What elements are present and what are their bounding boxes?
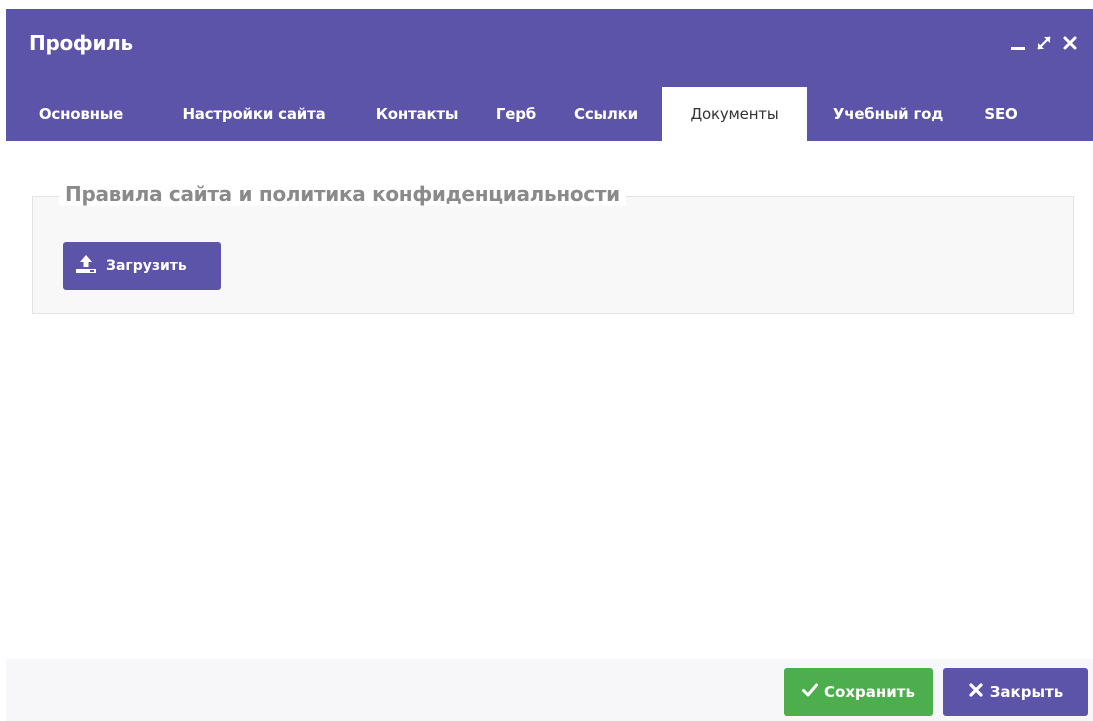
tab-seo[interactable]: SEO (969, 87, 1033, 141)
save-button[interactable]: Сохранить (784, 668, 933, 716)
tab-school-year[interactable]: Учебный год (807, 87, 969, 141)
dialog-footer: Сохранить Закрыть (6, 659, 1093, 721)
close-label: Закрыть (989, 683, 1064, 701)
fieldset-legend: Правила сайта и политика конфиденциально… (59, 182, 626, 206)
dialog-title: Профиль (29, 31, 133, 55)
save-label: Сохранить (824, 683, 915, 701)
window-controls (1007, 29, 1081, 57)
close-button[interactable]: Закрыть (943, 668, 1088, 716)
upload-label: Загрузить (106, 258, 187, 274)
profile-dialog: Профиль Основные Настройки сайта Контакт (0, 0, 1093, 721)
tab-coat-of-arms[interactable]: Герб (482, 87, 550, 141)
maximize-icon[interactable] (1033, 31, 1055, 55)
tab-site-settings[interactable]: Настройки сайта (156, 87, 352, 141)
tab-bar: Основные Настройки сайта Контакты Герб С… (6, 78, 1093, 141)
tab-documents[interactable]: Документы (662, 87, 807, 141)
tab-content-documents: Правила сайта и политика конфиденциально… (6, 141, 1093, 659)
close-icon (968, 682, 984, 702)
upload-button[interactable]: Загрузить (63, 242, 221, 290)
tab-links[interactable]: Ссылки (550, 87, 662, 141)
minimize-icon[interactable] (1007, 31, 1029, 55)
upload-icon (75, 254, 97, 278)
tab-main[interactable]: Основные (6, 87, 156, 141)
documents-fieldset: Правила сайта и политика конфиденциально… (32, 182, 1074, 314)
check-icon (802, 683, 819, 701)
tab-contacts[interactable]: Контакты (352, 87, 482, 141)
close-icon[interactable] (1059, 31, 1081, 55)
